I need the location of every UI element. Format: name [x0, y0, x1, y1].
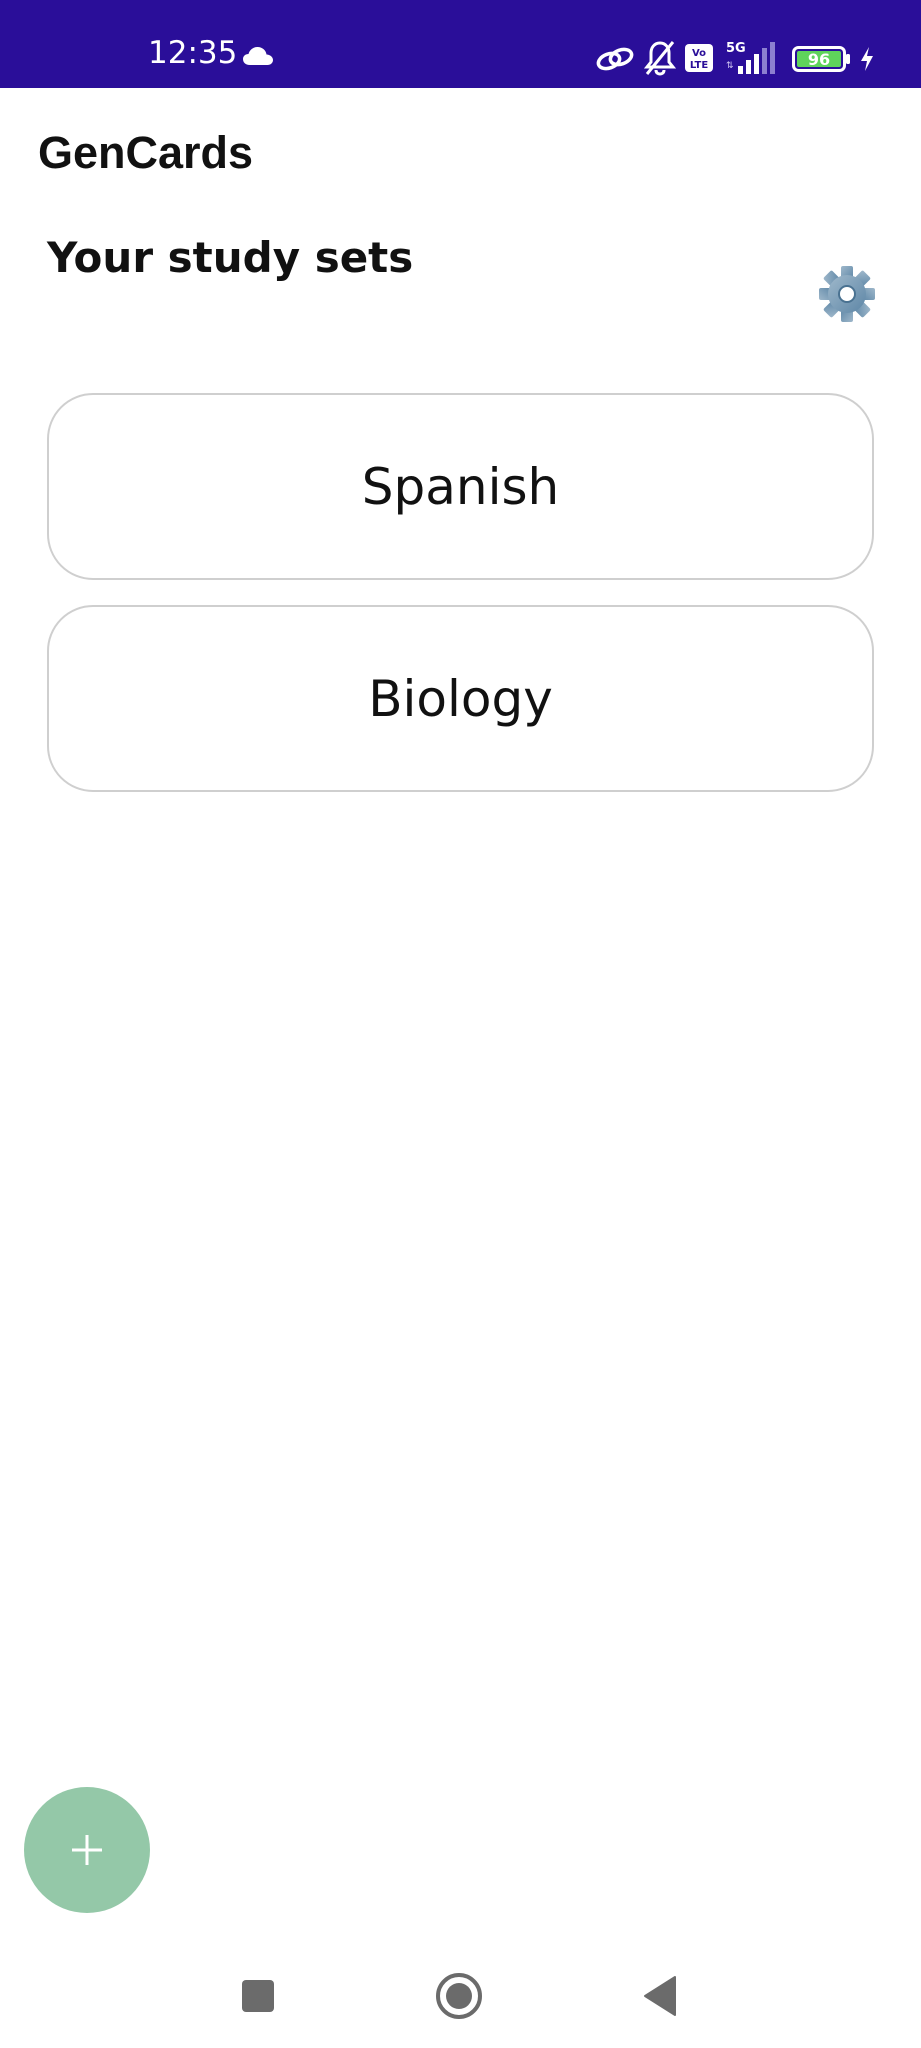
status-time: 12:35	[148, 35, 238, 71]
svg-text:LTE: LTE	[690, 60, 709, 71]
study-set-label: Biology	[368, 669, 553, 728]
plus-icon	[72, 1835, 102, 1865]
status-bar: 12:35 Vo LTE 5G ⇅ 96	[0, 0, 921, 88]
study-set-card-spanish[interactable]: Spanish	[47, 393, 874, 580]
battery-icon: 96	[792, 46, 850, 72]
app-title: GenCards	[38, 127, 254, 178]
home-button[interactable]	[429, 1970, 489, 2022]
navigation-bar	[0, 1940, 921, 2048]
study-set-label: Spanish	[361, 457, 560, 516]
settings-button[interactable]	[815, 262, 879, 326]
section-title: Your study sets	[47, 233, 414, 282]
status-icons: Vo LTE 5G ⇅ 96	[596, 38, 896, 78]
network-label: 5G	[726, 41, 746, 56]
signal-5g-icon: 5G ⇅	[726, 41, 775, 74]
home-circle-icon	[436, 1973, 482, 2019]
recents-button[interactable]	[228, 1970, 288, 2022]
study-set-card-biology[interactable]: Biology	[47, 605, 874, 792]
back-button[interactable]	[630, 1970, 690, 2022]
back-triangle-icon	[644, 1976, 676, 2016]
volte-icon: Vo LTE	[685, 44, 713, 72]
cloud-icon	[243, 47, 273, 65]
gear-icon	[819, 266, 875, 322]
svg-text:Vo: Vo	[692, 48, 706, 59]
battery-level: 96	[808, 50, 830, 69]
recents-square-icon	[242, 1980, 274, 2012]
svg-text:⇅: ⇅	[726, 61, 734, 71]
charging-bolt-icon	[861, 47, 873, 71]
add-study-set-button[interactable]	[24, 1787, 150, 1913]
link-icon	[596, 47, 634, 71]
bell-off-icon	[644, 41, 676, 76]
study-set-list: Spanish Biology	[47, 393, 874, 817]
